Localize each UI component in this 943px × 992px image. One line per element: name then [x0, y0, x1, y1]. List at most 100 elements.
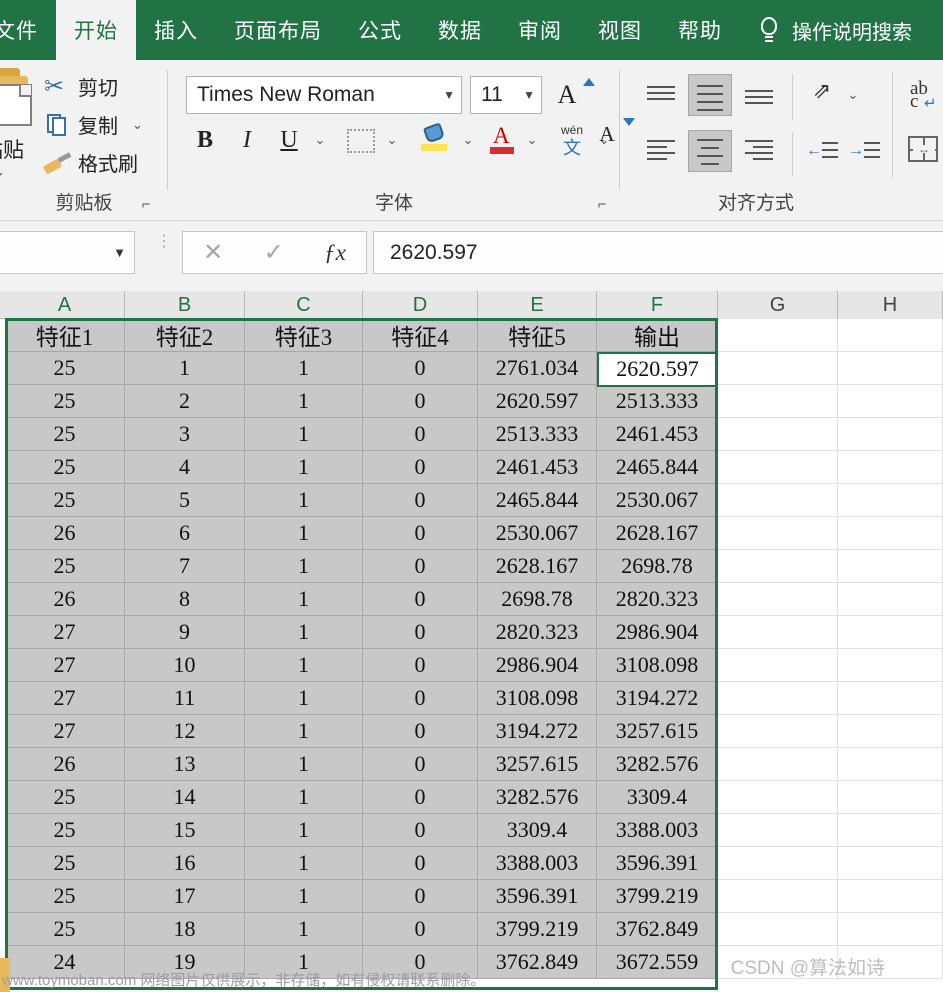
name-box[interactable]: ▼ [0, 231, 135, 274]
cell[interactable]: 1 [245, 748, 363, 781]
cell[interactable]: 0 [363, 748, 478, 781]
tab-help[interactable]: 帮助 [660, 0, 740, 60]
column-header-B[interactable]: B [125, 291, 245, 319]
cell[interactable]: 17 [125, 880, 245, 913]
cell[interactable]: 26 [5, 583, 125, 616]
formula-input[interactable]: 2620.597 [373, 231, 943, 274]
cell[interactable]: 3799.219 [478, 913, 597, 946]
cell[interactable]: 3388.003 [478, 847, 597, 880]
cell[interactable]: 25 [5, 781, 125, 814]
cell[interactable]: 3309.4 [597, 781, 718, 814]
paste-dropdown-caret-icon[interactable]: ⌄ [0, 164, 5, 180]
check-icon[interactable]: ✓ [264, 238, 284, 267]
column-header-D[interactable]: D [363, 291, 478, 319]
cell-empty[interactable] [718, 715, 838, 748]
cell[interactable]: 2620.597 [478, 385, 597, 418]
tab-data[interactable]: 数据 [420, 0, 500, 60]
cell[interactable]: 1 [245, 715, 363, 748]
cell-empty[interactable] [838, 583, 943, 616]
underline-button[interactable]: U [272, 122, 306, 158]
cell-empty[interactable] [718, 847, 838, 880]
cell[interactable]: 特征3 [245, 319, 363, 352]
borders-dropdown-caret-icon[interactable]: ⌄ [380, 126, 404, 154]
cell-empty[interactable] [718, 814, 838, 847]
cell[interactable]: 2986.904 [597, 616, 718, 649]
cell[interactable]: 3309.4 [478, 814, 597, 847]
cell[interactable]: 特征5 [478, 319, 597, 352]
cell[interactable]: 2461.453 [478, 451, 597, 484]
cell[interactable]: 1 [245, 484, 363, 517]
cell-empty[interactable] [718, 649, 838, 682]
cell[interactable]: 0 [363, 484, 478, 517]
cell-empty[interactable] [718, 451, 838, 484]
cell[interactable]: 2530.067 [597, 484, 718, 517]
cut-button[interactable]: ✂ 剪切 [44, 72, 118, 101]
cell[interactable]: 0 [363, 352, 478, 385]
cell[interactable]: 12 [125, 715, 245, 748]
underline-dropdown-caret-icon[interactable]: ⌄ [308, 126, 332, 154]
phonetic-guide-button[interactable]: wén 文 [554, 120, 590, 158]
cell[interactable]: 18 [125, 913, 245, 946]
cell[interactable]: 25 [5, 352, 125, 385]
cell[interactable]: 1 [245, 847, 363, 880]
font-size-dropdown-icon[interactable]: ▼ [523, 88, 535, 102]
cell[interactable]: 0 [363, 451, 478, 484]
cell[interactable]: 27 [5, 616, 125, 649]
cell-empty[interactable] [838, 880, 943, 913]
cell-empty[interactable] [838, 913, 943, 946]
cell[interactable]: 25 [5, 880, 125, 913]
column-header-A[interactable]: A [5, 291, 125, 319]
cell[interactable]: 25 [5, 550, 125, 583]
cell[interactable]: 1 [245, 517, 363, 550]
cell-empty[interactable] [838, 781, 943, 814]
column-header-G[interactable]: G [718, 291, 838, 319]
align-bottom-button[interactable] [742, 86, 776, 116]
column-header-H[interactable]: H [838, 291, 943, 319]
cell[interactable]: 3 [125, 418, 245, 451]
cell[interactable]: 2698.78 [478, 583, 597, 616]
cell[interactable]: 0 [363, 616, 478, 649]
cell[interactable]: 2820.323 [597, 583, 718, 616]
cell-empty[interactable] [838, 418, 943, 451]
align-middle-button[interactable] [688, 74, 732, 116]
cell-empty[interactable] [838, 748, 943, 781]
cell-empty[interactable] [838, 517, 943, 550]
cell[interactable]: 3257.615 [478, 748, 597, 781]
cell[interactable]: 13 [125, 748, 245, 781]
italic-button[interactable]: I [230, 122, 264, 158]
tab-review[interactable]: 审阅 [500, 0, 580, 60]
tab-home[interactable]: 开始 [56, 0, 136, 60]
cell-empty[interactable] [838, 649, 943, 682]
cell-empty[interactable] [718, 319, 838, 352]
wrap-text-button[interactable]: abc↵ 自动换行 [908, 78, 943, 112]
cell[interactable]: 3799.219 [597, 880, 718, 913]
cell-empty[interactable] [718, 484, 838, 517]
cell[interactable]: 4 [125, 451, 245, 484]
tab-page-layout[interactable]: 页面布局 [216, 0, 340, 60]
cell[interactable]: 27 [5, 682, 125, 715]
cell[interactable]: 26 [5, 517, 125, 550]
bold-button[interactable]: B [188, 122, 222, 158]
fx-icon[interactable]: ƒx [324, 240, 346, 266]
cell[interactable]: 1 [245, 352, 363, 385]
cell[interactable]: 3596.391 [597, 847, 718, 880]
cell[interactable]: 3282.576 [597, 748, 718, 781]
cell[interactable]: 0 [363, 649, 478, 682]
cell[interactable]: 1 [245, 682, 363, 715]
cell[interactable]: 27 [5, 649, 125, 682]
cell[interactable]: 2986.904 [478, 649, 597, 682]
cell[interactable]: 特征2 [125, 319, 245, 352]
tab-formulas[interactable]: 公式 [340, 0, 420, 60]
cell[interactable]: 6 [125, 517, 245, 550]
cell-empty[interactable] [838, 319, 943, 352]
cell[interactable]: 1 [245, 616, 363, 649]
formula-bar-grip[interactable]: ⋮ [156, 234, 172, 250]
cell-empty[interactable] [718, 418, 838, 451]
cell[interactable]: 26 [5, 748, 125, 781]
cell[interactable]: 3194.272 [597, 682, 718, 715]
cell[interactable]: 10 [125, 649, 245, 682]
cell-empty[interactable] [838, 814, 943, 847]
cell[interactable]: 16 [125, 847, 245, 880]
cell-empty[interactable] [718, 583, 838, 616]
cell[interactable]: 25 [5, 913, 125, 946]
